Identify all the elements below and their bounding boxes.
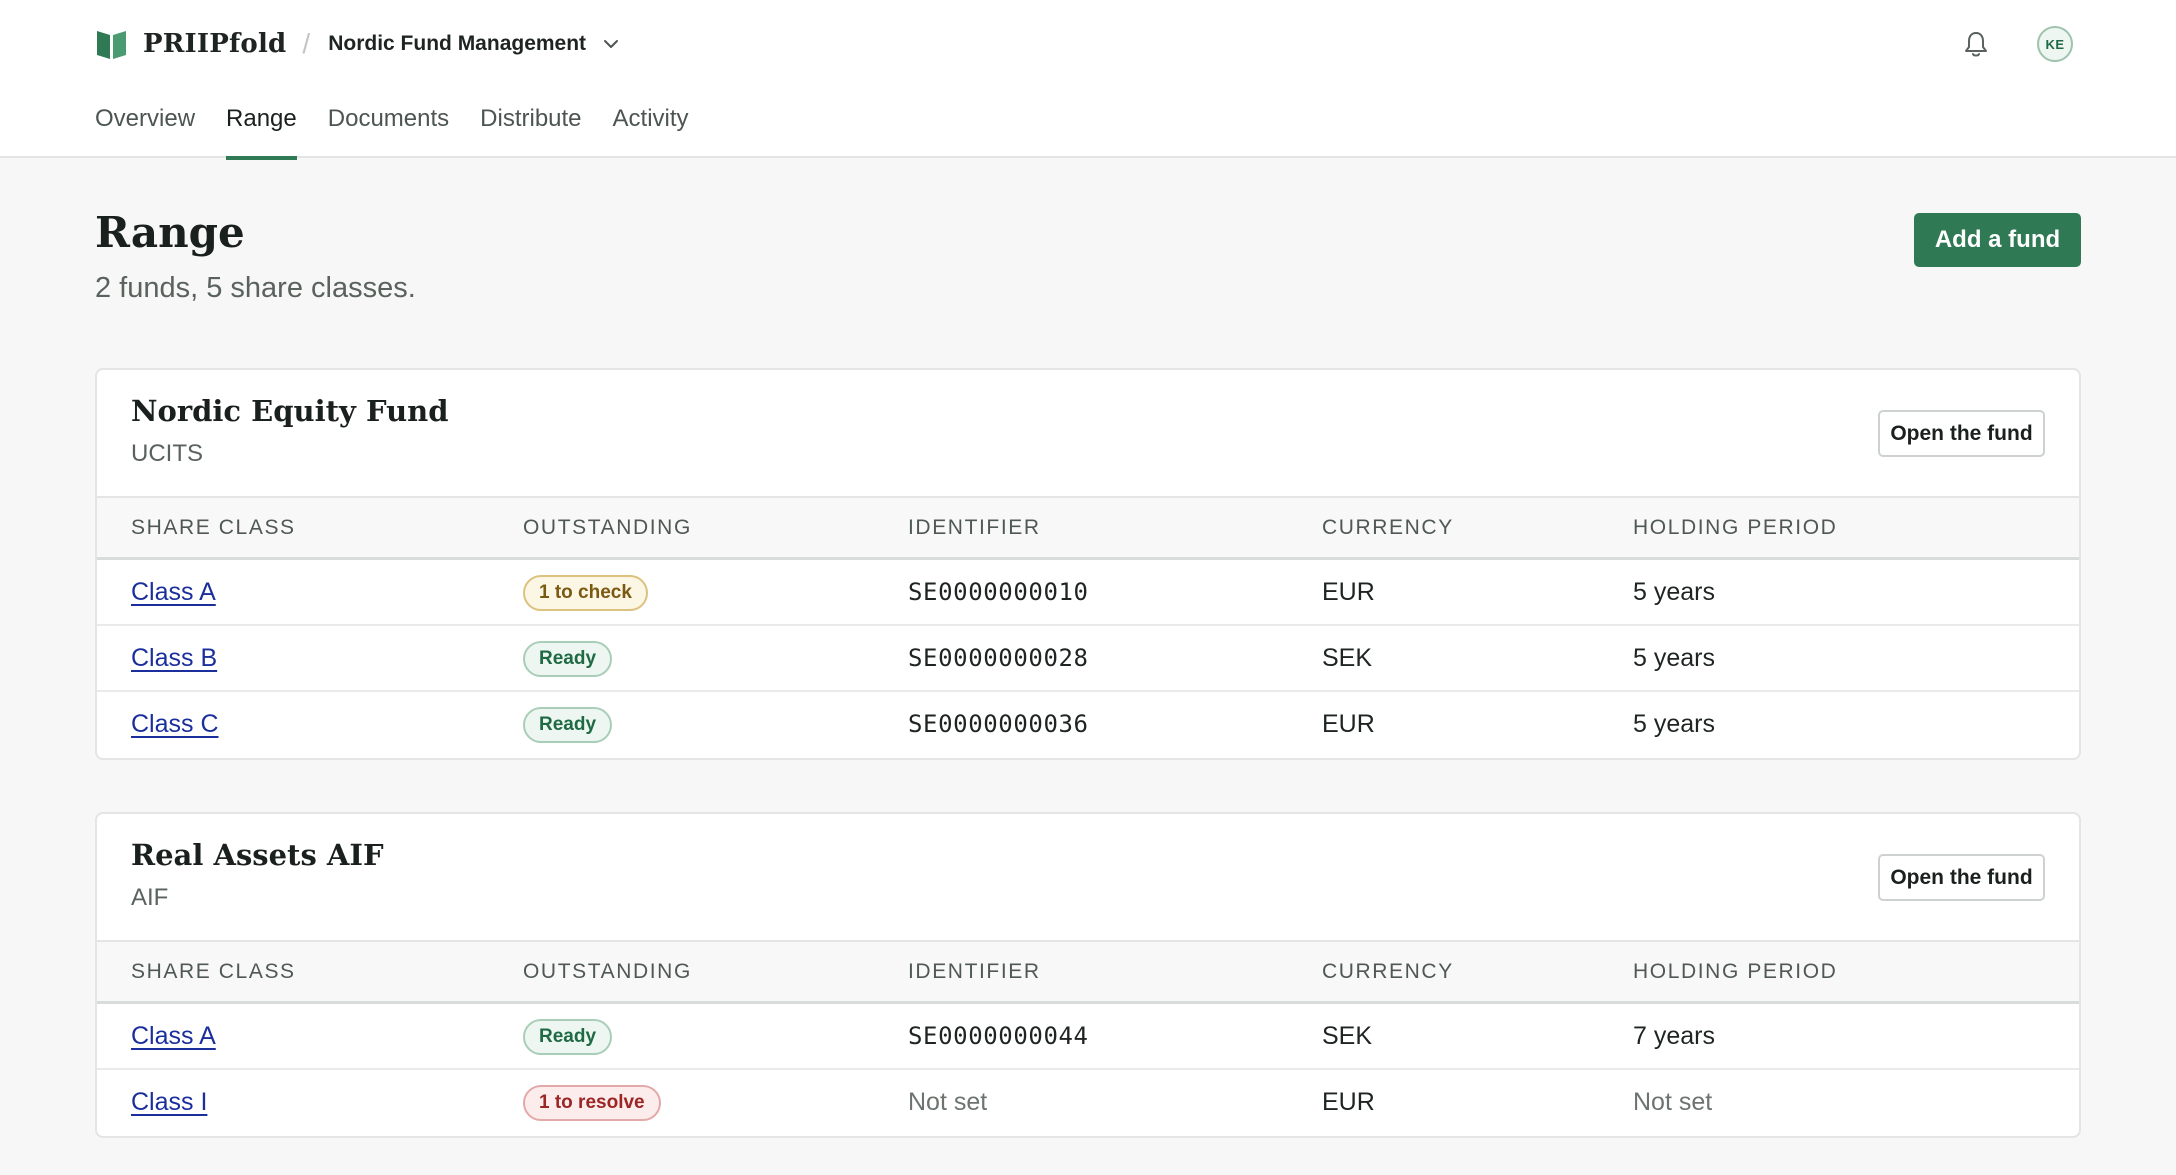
currency-cell: EUR (1322, 578, 1375, 606)
column-header-identifier: IDENTIFIER (908, 960, 1041, 983)
share-class-link[interactable]: Class C (131, 692, 219, 756)
org-switcher[interactable]: Nordic Fund Management (328, 32, 620, 56)
column-header-holding-period: HOLDING PERIOD (1633, 960, 1838, 983)
identifier-cell: SE0000000028 (908, 644, 1089, 672)
holding-period-cell: 7 years (1633, 1022, 1715, 1050)
share-class-link[interactable]: Class A (131, 560, 216, 624)
brand-separator: / (302, 28, 311, 59)
tab-distribute[interactable]: Distribute (480, 100, 581, 158)
page-subtitle: 2 funds, 5 share classes. (95, 272, 416, 304)
fund-type: UCITS (131, 440, 203, 467)
status-badge: 1 to check (523, 575, 648, 611)
bell-icon[interactable] (1961, 29, 1991, 59)
holding-period-cell: 5 years (1633, 710, 1715, 738)
org-name: Nordic Fund Management (328, 32, 587, 55)
avatar[interactable]: KE (2037, 26, 2073, 62)
status-badge: Ready (523, 707, 613, 743)
fund-type: AIF (131, 884, 169, 911)
table-row: Class A Ready SE0000000044 SEK 7 years (97, 1004, 2079, 1070)
currency-cell: SEK (1322, 644, 1373, 672)
table-header: SHARE CLASS OUTSTANDING IDENTIFIER CURRE… (97, 942, 2079, 1004)
chevron-down-icon (604, 40, 619, 48)
fund-card-header: Real Assets AIF AIF Open the fund (97, 814, 2079, 942)
column-header-outstanding: OUTSTANDING (523, 960, 692, 983)
share-class-link[interactable]: Class A (131, 1004, 216, 1068)
fund-name: Real Assets AIF (131, 838, 384, 872)
tab-overview[interactable]: Overview (95, 100, 195, 158)
column-header-currency: CURRENCY (1322, 516, 1454, 539)
open-fund-button[interactable]: Open the fund (1878, 854, 2045, 901)
table-row: Class I 1 to resolve Not set EUR Not set (97, 1070, 2079, 1136)
column-header-currency: CURRENCY (1322, 960, 1454, 983)
identifier-cell: SE0000000010 (908, 578, 1089, 606)
fund-card-header: Nordic Equity Fund UCITS Open the fund (97, 370, 2079, 498)
table-row: Class C Ready SE0000000036 EUR 5 years (97, 692, 2079, 758)
share-class-link[interactable]: Class I (131, 1070, 207, 1134)
table-row: Class A 1 to check SE0000000010 EUR 5 ye… (97, 560, 2079, 626)
currency-cell: EUR (1322, 710, 1375, 738)
brand-name[interactable]: PRIIPfold (143, 29, 286, 59)
tab-range[interactable]: Range (226, 100, 297, 160)
column-header-holding-period: HOLDING PERIOD (1633, 516, 1838, 539)
top-bar: PRIIPfold / Nordic Fund Management KE Ov… (0, 0, 2176, 160)
holding-period-cell: Not set (1633, 1088, 1713, 1116)
column-header-outstanding: OUTSTANDING (523, 516, 692, 539)
avatar-initials: KE (2045, 36, 2065, 52)
fund-card: Real Assets AIF AIF Open the fund SHARE … (95, 812, 2081, 1138)
main-tabs: Overview Range Documents Distribute Acti… (95, 100, 720, 160)
status-badge: 1 to resolve (523, 1085, 661, 1121)
identifier-cell: SE0000000036 (908, 710, 1089, 738)
column-header-share-class: SHARE CLASS (131, 516, 296, 539)
column-header-share-class: SHARE CLASS (131, 960, 296, 983)
share-class-link[interactable]: Class B (131, 626, 217, 690)
identifier-cell: SE0000000044 (908, 1022, 1089, 1050)
column-header-identifier: IDENTIFIER (908, 516, 1041, 539)
tab-activity[interactable]: Activity (613, 100, 689, 158)
currency-cell: SEK (1322, 1022, 1373, 1050)
status-badge: Ready (523, 1019, 613, 1055)
fund-name: Nordic Equity Fund (131, 394, 449, 428)
add-fund-button[interactable]: Add a fund (1914, 213, 2081, 267)
status-badge: Ready (523, 641, 613, 677)
holding-period-cell: 5 years (1633, 578, 1715, 606)
holding-period-cell: 5 years (1633, 644, 1715, 672)
currency-cell: EUR (1322, 1088, 1375, 1116)
table-row: Class B Ready SE0000000028 SEK 5 years (97, 626, 2079, 692)
top-right-actions: KE (1961, 26, 2073, 62)
book-logo-icon (97, 31, 126, 59)
page-title: Range (95, 208, 245, 257)
tab-documents[interactable]: Documents (328, 100, 449, 158)
brand: PRIIPfold / Nordic Fund Management (95, 26, 620, 62)
table-header: SHARE CLASS OUTSTANDING IDENTIFIER CURRE… (97, 498, 2079, 560)
open-fund-button[interactable]: Open the fund (1878, 410, 2045, 457)
fund-card: Nordic Equity Fund UCITS Open the fund S… (95, 368, 2081, 760)
identifier-cell: Not set (908, 1088, 988, 1116)
